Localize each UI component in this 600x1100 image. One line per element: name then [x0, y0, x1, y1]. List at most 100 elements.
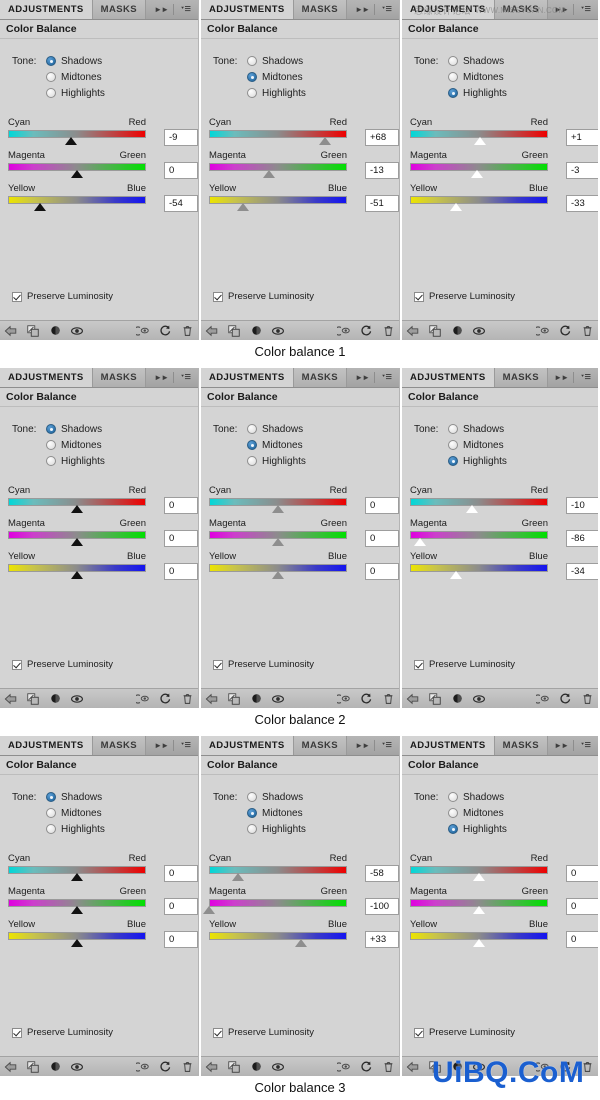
slider-cyan-red-value[interactable]: 0: [566, 865, 598, 882]
slider-cyan-red[interactable]: Cyan Red 0: [410, 853, 598, 882]
slider-magenta-green-track[interactable]: [203, 899, 347, 914]
tone-option-highlights[interactable]: Highlights: [414, 85, 590, 101]
preserve-luminosity-checkbox[interactable]: [213, 1027, 223, 1038]
preview-eye-icon[interactable]: [468, 1057, 490, 1077]
slider-cyan-red-value[interactable]: 0: [365, 497, 399, 514]
panel-menu-icon[interactable]: [179, 372, 193, 383]
tab-adjustments[interactable]: ADJUSTMENTS: [0, 736, 93, 755]
slider-yellow-blue[interactable]: Yellow Blue +33: [209, 919, 399, 948]
clip-to-layer-icon[interactable]: [424, 1057, 446, 1077]
back-arrow-icon[interactable]: [402, 1057, 424, 1077]
slider-yellow-blue-handle[interactable]: [71, 939, 83, 947]
radio-shadows-icon[interactable]: [448, 424, 458, 434]
toggle-layer-visibility-icon[interactable]: [44, 321, 66, 341]
radio-highlights-icon[interactable]: [448, 824, 458, 834]
tone-option-highlights[interactable]: Highlights: [414, 453, 590, 469]
radio-shadows-icon[interactable]: [247, 424, 257, 434]
tone-option-highlights[interactable]: Highlights: [12, 821, 190, 837]
slider-yellow-blue-value[interactable]: -33: [566, 195, 598, 212]
radio-shadows-icon[interactable]: [247, 56, 257, 66]
tone-option-highlights[interactable]: Highlights: [213, 85, 391, 101]
back-arrow-icon[interactable]: [201, 321, 223, 341]
preview-eye-icon[interactable]: [267, 1057, 289, 1077]
tone-option-highlights[interactable]: Highlights: [414, 821, 590, 837]
slider-yellow-blue-value[interactable]: 0: [164, 563, 198, 580]
tone-option-shadows[interactable]: Tone: Shadows: [12, 789, 190, 805]
slider-cyan-red[interactable]: Cyan Red 0: [8, 485, 198, 514]
tone-option-highlights[interactable]: Highlights: [213, 821, 391, 837]
slider-cyan-red-value[interactable]: +1: [566, 129, 598, 146]
tab-adjustments[interactable]: ADJUSTMENTS: [0, 0, 93, 19]
back-arrow-icon[interactable]: [0, 1057, 22, 1077]
tone-option-highlights[interactable]: Highlights: [12, 85, 190, 101]
radio-highlights-icon[interactable]: [448, 88, 458, 98]
tab-masks[interactable]: MASKS: [293, 0, 347, 19]
double-chevron-right-icon[interactable]: ►►: [154, 5, 169, 14]
reset-icon[interactable]: [355, 1057, 377, 1077]
slider-yellow-blue-handle[interactable]: [449, 571, 462, 579]
slider-cyan-red[interactable]: Cyan Red -58: [209, 853, 399, 882]
mask-preview-icon[interactable]: [132, 321, 154, 341]
slider-yellow-blue-handle[interactable]: [473, 939, 485, 947]
slider-cyan-red-track[interactable]: [209, 498, 347, 513]
slider-cyan-red-track[interactable]: [410, 498, 548, 513]
slider-yellow-blue-handle[interactable]: [294, 939, 307, 947]
slider-magenta-green-track[interactable]: [8, 163, 146, 178]
tab-adjustments[interactable]: ADJUSTMENTS: [201, 368, 294, 387]
tone-option-shadows[interactable]: Tone: Shadows: [414, 789, 590, 805]
delete-trash-icon[interactable]: [377, 321, 399, 341]
reset-icon[interactable]: [154, 321, 176, 341]
preserve-luminosity-checkbox[interactable]: [12, 1027, 22, 1038]
slider-yellow-blue-track[interactable]: [410, 196, 548, 211]
tab-masks[interactable]: MASKS: [92, 368, 146, 387]
back-arrow-icon[interactable]: [402, 321, 424, 341]
slider-magenta-green-track[interactable]: [209, 531, 347, 546]
slider-cyan-red-handle[interactable]: [473, 873, 485, 881]
radio-shadows-icon[interactable]: [46, 424, 56, 434]
slider-cyan-red-track[interactable]: [410, 130, 548, 145]
tone-option-midtones[interactable]: Midtones: [414, 69, 590, 85]
back-arrow-icon[interactable]: [402, 689, 424, 709]
slider-cyan-red-handle[interactable]: [71, 873, 83, 881]
toggle-layer-visibility-icon[interactable]: [446, 689, 468, 709]
slider-magenta-green-track[interactable]: [410, 163, 548, 178]
slider-yellow-blue-handle[interactable]: [33, 203, 46, 211]
tab-masks[interactable]: MASKS: [494, 0, 548, 19]
slider-cyan-red[interactable]: Cyan Red -10: [410, 485, 598, 514]
double-chevron-right-icon[interactable]: ►►: [154, 741, 169, 750]
delete-trash-icon[interactable]: [176, 689, 198, 709]
reset-icon[interactable]: [554, 321, 576, 341]
slider-magenta-green-handle[interactable]: [470, 170, 483, 178]
toggle-layer-visibility-icon[interactable]: [44, 689, 66, 709]
mask-preview-icon[interactable]: [532, 321, 554, 341]
slider-magenta-green-track[interactable]: [8, 531, 146, 546]
back-arrow-icon[interactable]: [201, 1057, 223, 1077]
delete-trash-icon[interactable]: [377, 1057, 399, 1077]
panel-menu-icon[interactable]: [579, 372, 593, 383]
slider-cyan-red[interactable]: Cyan Red 0: [8, 853, 198, 882]
slider-cyan-red-track[interactable]: [410, 866, 548, 881]
slider-magenta-green-value[interactable]: -13: [365, 162, 399, 179]
panel-menu-icon[interactable]: [179, 4, 193, 15]
double-chevron-right-icon[interactable]: ►►: [154, 373, 169, 382]
double-chevron-right-icon[interactable]: ►►: [554, 5, 569, 14]
slider-cyan-red-handle[interactable]: [473, 137, 486, 145]
slider-yellow-blue-track[interactable]: [410, 932, 548, 947]
radio-midtones-icon[interactable]: [247, 72, 257, 82]
tone-option-shadows[interactable]: Tone: Shadows: [414, 421, 590, 437]
slider-cyan-red-handle[interactable]: [318, 137, 331, 145]
preserve-luminosity-checkbox[interactable]: [414, 659, 424, 670]
mask-preview-icon[interactable]: [132, 689, 154, 709]
slider-magenta-green[interactable]: Magenta Green 0: [8, 518, 198, 547]
mask-preview-icon[interactable]: [333, 321, 355, 341]
slider-magenta-green-value[interactable]: 0: [365, 530, 399, 547]
tone-option-shadows[interactable]: Tone: Shadows: [12, 53, 190, 69]
mask-preview-icon[interactable]: [333, 1057, 355, 1077]
tone-option-highlights[interactable]: Highlights: [12, 453, 190, 469]
tone-option-shadows[interactable]: Tone: Shadows: [213, 53, 391, 69]
delete-trash-icon[interactable]: [377, 689, 399, 709]
slider-magenta-green-handle[interactable]: [413, 538, 426, 546]
slider-magenta-green-handle[interactable]: [71, 538, 83, 546]
tone-option-midtones[interactable]: Midtones: [414, 437, 590, 453]
toggle-layer-visibility-icon[interactable]: [245, 1057, 267, 1077]
